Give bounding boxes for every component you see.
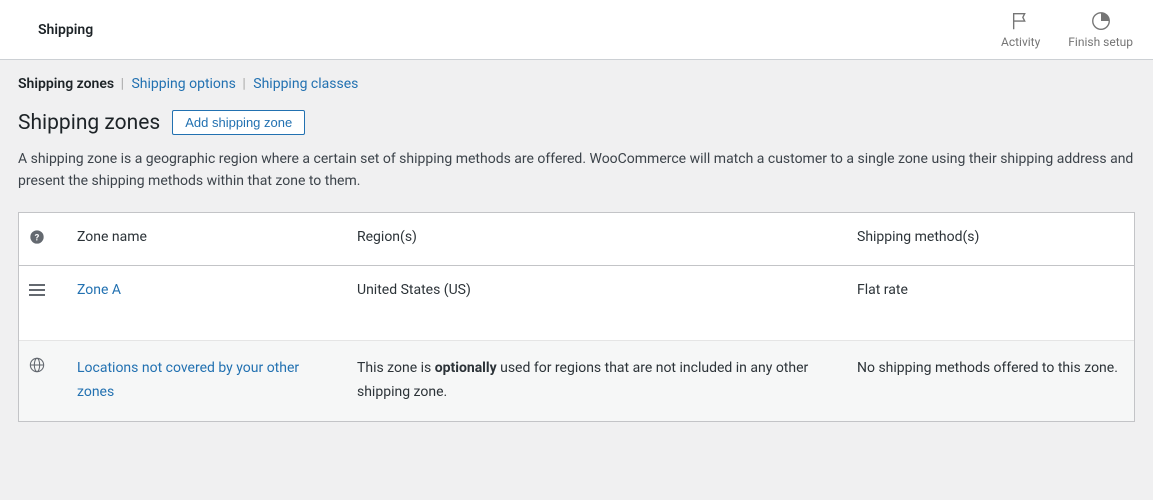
main-content: Shipping zones | Shipping options | Ship…	[0, 60, 1153, 438]
zone-link[interactable]: Zone A	[77, 282, 121, 298]
drag-handle-icon	[29, 282, 45, 298]
finish-setup-button[interactable]: Finish setup	[1068, 10, 1133, 49]
tab-shipping-zones[interactable]: Shipping zones	[18, 76, 114, 92]
activity-button[interactable]: Activity	[1001, 10, 1040, 49]
activity-label: Activity	[1001, 35, 1040, 49]
tab-separator: |	[121, 76, 124, 92]
subtabs: Shipping zones | Shipping options | Ship…	[18, 76, 1135, 92]
col-region: Region(s)	[347, 213, 847, 266]
flag-icon	[1010, 10, 1032, 32]
default-region-pre: This zone is	[357, 360, 435, 376]
section-heading: Shipping zones	[18, 111, 160, 135]
table-row: Zone A United States (US) Flat rate	[19, 266, 1134, 341]
default-zone-link[interactable]: Locations not covered by your other zone…	[77, 360, 299, 400]
col-methods: Shipping method(s)	[847, 213, 1134, 266]
help-header: ?	[19, 213, 67, 266]
heading-row: Shipping zones Add shipping zone	[18, 110, 1135, 135]
topbar-actions: Activity Finish setup	[1001, 10, 1133, 49]
col-zone-name: Zone name	[67, 213, 347, 266]
zone-name-cell: Zone A	[67, 266, 347, 341]
tab-shipping-options[interactable]: Shipping options	[131, 76, 235, 92]
globe-icon	[29, 357, 45, 373]
default-region-bold: optionally	[435, 360, 497, 376]
help-icon[interactable]: ?	[29, 229, 45, 245]
add-shipping-zone-button[interactable]: Add shipping zone	[172, 110, 305, 135]
svg-text:?: ?	[35, 233, 40, 244]
tab-shipping-classes[interactable]: Shipping classes	[253, 76, 358, 92]
drag-handle-cell[interactable]	[19, 266, 67, 341]
finish-setup-label: Finish setup	[1068, 35, 1133, 49]
topbar: Shipping Activity Finish setup	[0, 0, 1153, 60]
default-zone-name-cell: Locations not covered by your other zone…	[67, 341, 347, 421]
default-zone-methods-cell: No shipping methods offered to this zone…	[847, 341, 1134, 421]
zone-region-cell: United States (US)	[347, 266, 847, 341]
zone-methods-cell: Flat rate	[847, 266, 1134, 341]
tab-separator: |	[242, 76, 245, 92]
section-description: A shipping zone is a geographic region w…	[18, 149, 1135, 192]
page-title: Shipping	[38, 22, 93, 38]
table-header-row: ? Zone name Region(s) Shipping method(s)	[19, 213, 1134, 266]
table-row-default: Locations not covered by your other zone…	[19, 341, 1134, 421]
globe-cell	[19, 341, 67, 421]
progress-circle-icon	[1090, 10, 1112, 32]
default-zone-region-cell: This zone is optionally used for regions…	[347, 341, 847, 421]
shipping-zones-table: ? Zone name Region(s) Shipping method(s)…	[18, 212, 1135, 422]
